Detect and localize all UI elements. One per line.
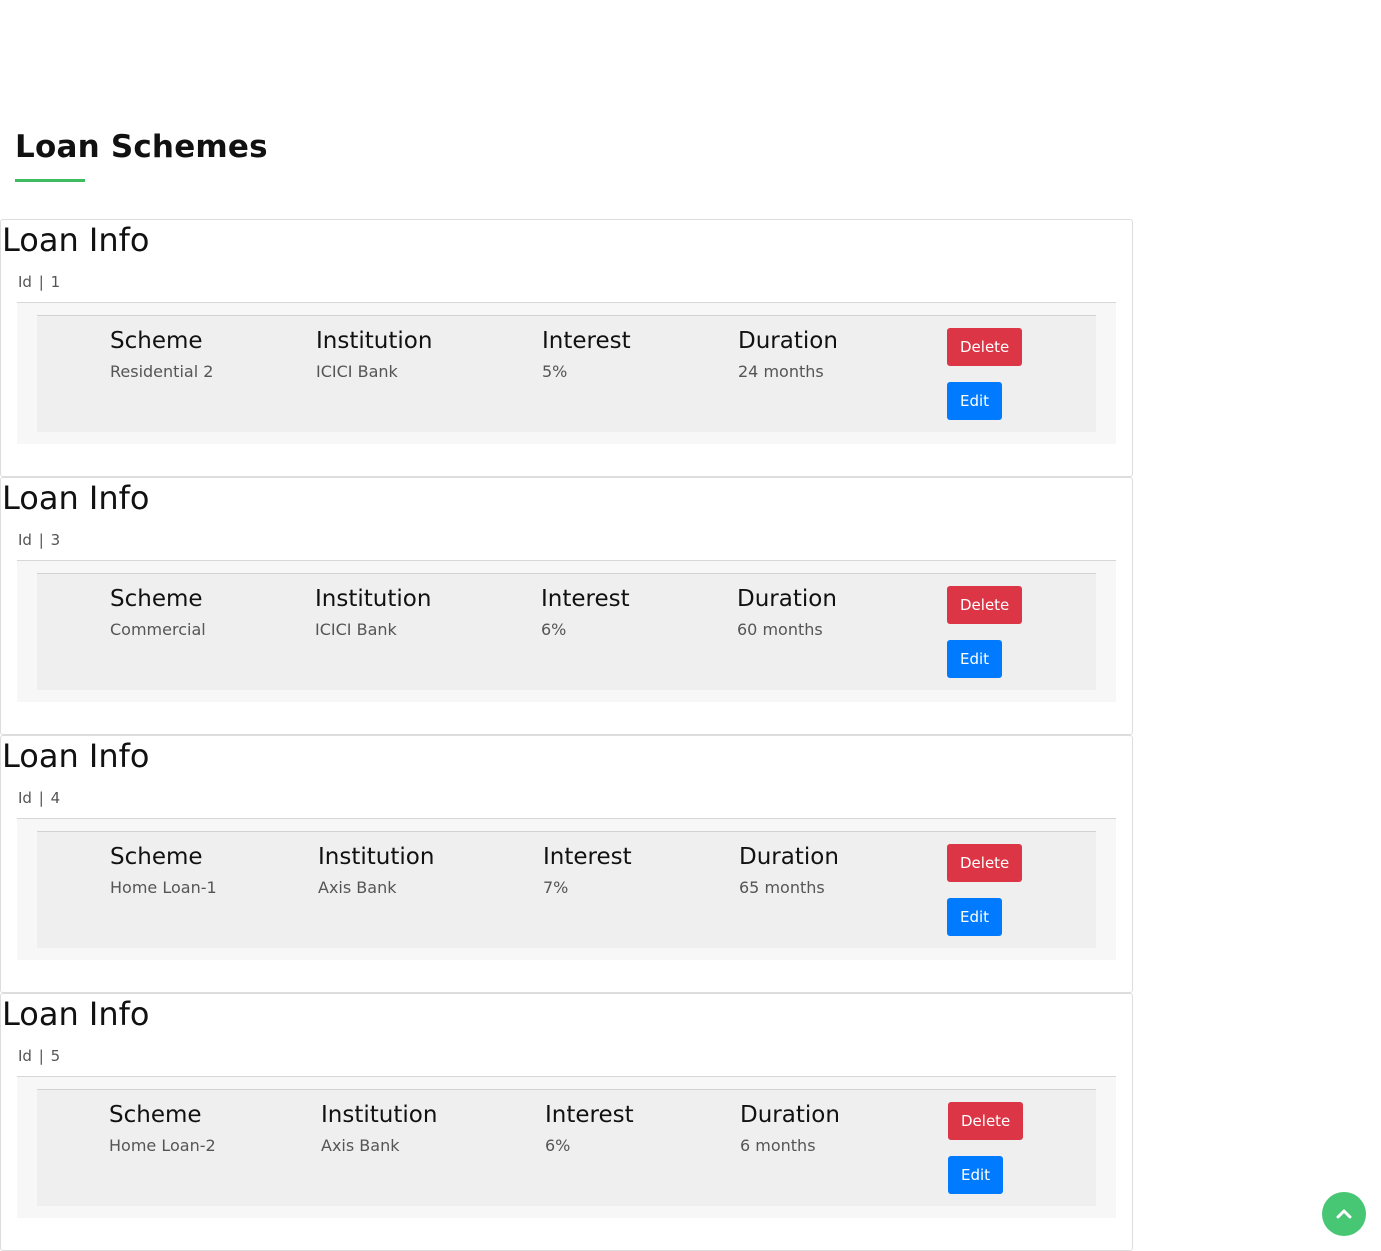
duration-field: Duration 65 months	[739, 842, 839, 898]
loan-card: Loan Info Id | 1 Scheme Residential 2 In…	[0, 219, 1133, 477]
loan-id-value: 1	[50, 273, 61, 291]
loan-info-row: Scheme Residential 2 Institution ICICI B…	[37, 315, 1096, 432]
scheme-field: Scheme Home Loan-2	[109, 1100, 216, 1156]
edit-button[interactable]: Edit	[947, 898, 1003, 936]
duration-label: Duration	[738, 328, 838, 354]
interest-field: Interest 5%	[542, 326, 631, 382]
duration-value: 65 months	[739, 878, 825, 897]
institution-label: Institution	[321, 1102, 438, 1128]
loan-info-row: Scheme Home Loan-2 Institution Axis Bank…	[37, 1089, 1096, 1206]
scheme-value: Home Loan-2	[109, 1136, 216, 1155]
scheme-field: Scheme Commercial	[110, 584, 206, 640]
loan-id-separator: |	[38, 789, 44, 807]
card-body: Scheme Residential 2 Institution ICICI B…	[17, 302, 1116, 444]
loan-id-label: Id	[18, 531, 32, 549]
card-heading: Loan Info	[2, 995, 150, 1033]
institution-field: Institution ICICI Bank	[315, 584, 431, 640]
loan-info-row: Scheme Commercial Institution ICICI Bank…	[37, 573, 1096, 690]
loan-card: Loan Info Id | 3 Scheme Commercial Insti…	[0, 477, 1133, 735]
duration-field: Duration 6 months	[740, 1100, 840, 1156]
loan-id-separator: |	[38, 273, 44, 291]
duration-value: 60 months	[737, 620, 823, 639]
interest-value: 6%	[545, 1136, 571, 1155]
chevron-up-icon	[1336, 1209, 1352, 1219]
interest-label: Interest	[541, 586, 630, 612]
loan-id-label: Id	[18, 1047, 32, 1065]
institution-value: ICICI Bank	[316, 362, 398, 381]
duration-label: Duration	[737, 586, 837, 612]
scheme-field: Scheme Residential 2	[110, 326, 213, 382]
loan-id: Id | 1	[18, 272, 60, 292]
loan-card: Loan Info Id | 4 Scheme Home Loan-1 Inst…	[0, 735, 1133, 993]
institution-label: Institution	[315, 586, 432, 612]
card-heading: Loan Info	[2, 737, 150, 775]
institution-field: Institution ICICI Bank	[316, 326, 432, 382]
scheme-label: Scheme	[110, 586, 203, 612]
loan-info-row: Scheme Home Loan-1 Institution Axis Bank…	[37, 831, 1096, 948]
edit-button[interactable]: Edit	[947, 382, 1003, 420]
institution-field: Institution Axis Bank	[321, 1100, 437, 1156]
institution-value: Axis Bank	[318, 878, 397, 897]
interest-label: Interest	[543, 844, 632, 870]
duration-label: Duration	[739, 844, 839, 870]
card-body: Scheme Commercial Institution ICICI Bank…	[17, 560, 1116, 702]
institution-label: Institution	[318, 844, 435, 870]
duration-value: 24 months	[738, 362, 824, 381]
loan-id: Id | 3	[18, 530, 60, 550]
loan-id-value: 3	[50, 531, 61, 549]
card-heading: Loan Info	[2, 221, 150, 259]
duration-field: Duration 24 months	[738, 326, 838, 382]
loan-card: Loan Info Id | 5 Scheme Home Loan-2 Inst…	[0, 993, 1133, 1251]
loan-id-separator: |	[38, 1047, 44, 1065]
loan-id: Id | 4	[18, 788, 60, 808]
institution-value: ICICI Bank	[315, 620, 397, 639]
back-to-top-button[interactable]	[1322, 1192, 1366, 1236]
delete-button[interactable]: Delete	[947, 328, 1023, 366]
loan-id-label: Id	[18, 789, 32, 807]
interest-value: 5%	[542, 362, 568, 381]
edit-button[interactable]: Edit	[948, 1156, 1004, 1194]
scheme-value: Residential 2	[110, 362, 214, 381]
institution-value: Axis Bank	[321, 1136, 400, 1155]
interest-label: Interest	[542, 328, 631, 354]
loan-id-label: Id	[18, 273, 32, 291]
institution-label: Institution	[316, 328, 433, 354]
scheme-label: Scheme	[110, 844, 203, 870]
interest-field: Interest 7%	[543, 842, 632, 898]
loan-id-value: 5	[50, 1047, 61, 1065]
edit-button[interactable]: Edit	[947, 640, 1003, 678]
scheme-value: Commercial	[110, 620, 206, 639]
institution-field: Institution Axis Bank	[318, 842, 434, 898]
page-title: Loan Schemes	[15, 129, 268, 165]
scheme-value: Home Loan-1	[110, 878, 217, 897]
duration-field: Duration 60 months	[737, 584, 837, 640]
scheme-field: Scheme Home Loan-1	[110, 842, 217, 898]
card-body: Scheme Home Loan-1 Institution Axis Bank…	[17, 818, 1116, 960]
scheme-label: Scheme	[110, 328, 203, 354]
card-heading: Loan Info	[2, 479, 150, 517]
interest-label: Interest	[545, 1102, 634, 1128]
scheme-label: Scheme	[109, 1102, 202, 1128]
delete-button[interactable]: Delete	[948, 1102, 1024, 1140]
loan-id-value: 4	[50, 789, 61, 807]
delete-button[interactable]: Delete	[947, 844, 1023, 882]
duration-value: 6 months	[740, 1136, 816, 1155]
interest-value: 7%	[543, 878, 569, 897]
delete-button[interactable]: Delete	[947, 586, 1023, 624]
interest-value: 6%	[541, 620, 567, 639]
loan-id: Id | 5	[18, 1046, 60, 1066]
interest-field: Interest 6%	[541, 584, 630, 640]
title-underline	[15, 179, 85, 182]
interest-field: Interest 6%	[545, 1100, 634, 1156]
card-body: Scheme Home Loan-2 Institution Axis Bank…	[17, 1076, 1116, 1218]
loan-id-separator: |	[38, 531, 44, 549]
duration-label: Duration	[740, 1102, 840, 1128]
